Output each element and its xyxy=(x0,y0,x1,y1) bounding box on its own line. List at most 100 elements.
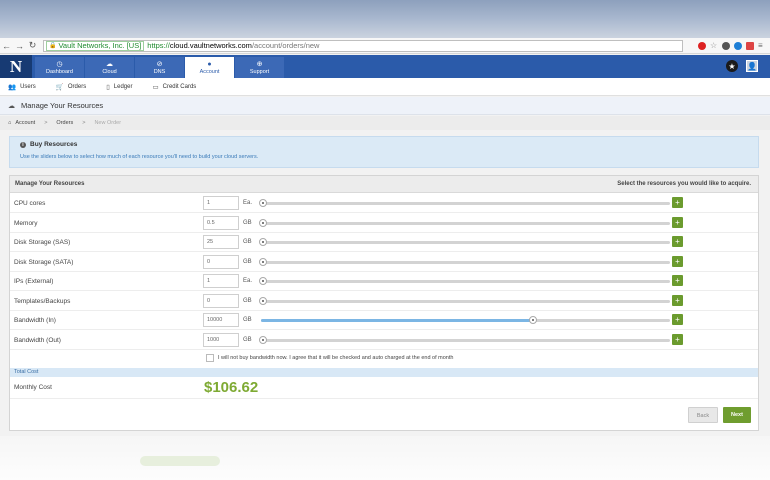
tab-cloud[interactable]: ☁ Cloud xyxy=(85,57,135,78)
app-navbar: N ◷ Dashboard ☁ Cloud ⊘ DNS ● Account ⊕ Suppo… xyxy=(0,55,770,78)
resource-label: Templates/Backups xyxy=(14,297,71,305)
resource-unit: GB xyxy=(243,297,252,304)
breadcrumb-orders[interactable]: Orders xyxy=(56,120,73,126)
resource-row: Bandwidth (In) 10000 GB + xyxy=(10,311,758,330)
cart-icon: 🛒 xyxy=(55,83,64,91)
slider-handle[interactable] xyxy=(259,238,267,246)
forward-arrow-icon[interactable]: → xyxy=(13,41,26,51)
resource-row: Bandwidth (Out) 1000 GB + xyxy=(10,331,758,350)
resource-slider[interactable] xyxy=(259,296,670,305)
slider-handle[interactable] xyxy=(259,218,267,227)
breadcrumb-account[interactable]: Account xyxy=(15,120,35,126)
resource-row: CPU cores 1 Ea. + xyxy=(10,194,758,213)
resource-quantity-input[interactable]: 0.5 xyxy=(203,215,239,230)
resource-unit: Ea. xyxy=(243,200,253,206)
menu-icon[interactable]: ≡ xyxy=(758,41,766,50)
resource-slider[interactable] xyxy=(261,316,670,324)
subnav-item-ledger[interactable]: ▯ Ledger xyxy=(106,83,132,91)
increase-button[interactable]: + xyxy=(672,216,683,228)
support-icon: ⊕ xyxy=(256,60,263,68)
increase-button[interactable]: + xyxy=(672,275,683,286)
increase-button[interactable]: + xyxy=(672,333,683,345)
user-icon: ● xyxy=(207,60,212,68)
resource-label: CPU cores xyxy=(14,200,46,207)
info-text: Use the sliders below to select how much… xyxy=(20,154,259,160)
bandwidth-checkbox[interactable] xyxy=(206,354,214,362)
url-scheme: https:// xyxy=(147,41,170,50)
increase-button[interactable]: + xyxy=(672,197,683,208)
lock-icon: 🔒 xyxy=(49,43,57,49)
slider-handle[interactable] xyxy=(259,277,267,285)
monthly-cost-amount: $106.62 xyxy=(204,379,259,396)
avatar[interactable]: 👤 xyxy=(746,60,758,72)
slider-handle[interactable] xyxy=(259,335,267,344)
slider-fill xyxy=(261,319,531,322)
subnav-item-orders[interactable]: 🛒 Orders xyxy=(56,83,86,91)
resource-quantity-input[interactable]: 1 xyxy=(203,196,239,210)
page-header: ☁ Manage Your Resources xyxy=(0,97,770,115)
resource-slider[interactable] xyxy=(259,277,670,285)
monthly-cost-label: Monthly Cost xyxy=(14,384,52,391)
resource-slider[interactable] xyxy=(259,335,670,344)
resource-row: Templates/Backups 0 GB + xyxy=(10,292,758,311)
extension-icon[interactable] xyxy=(722,41,730,50)
increase-button[interactable]: + xyxy=(672,314,683,325)
increase-button[interactable]: + xyxy=(672,236,683,247)
resource-label: Memory xyxy=(14,219,38,227)
tab-dashboard[interactable]: ◷ Dashboard xyxy=(35,57,85,78)
resource-slider[interactable] xyxy=(259,238,670,246)
monthly-cost-row: Monthly Cost $106.62 xyxy=(10,377,758,399)
panel-header: Manage Your Resources Select the resourc… xyxy=(10,176,758,193)
ev-certificate-badge[interactable]: 🔒 Vault Networks, Inc. [US] xyxy=(46,40,145,51)
home-icon: ⌂ xyxy=(8,120,12,126)
account-subnav: 👥 Users 🛒 Orders ▯ Ledger ▭ Credit Cards xyxy=(0,78,770,96)
dns-icon: ⊘ xyxy=(156,60,163,68)
tab-support[interactable]: ⊕ Support xyxy=(235,57,285,78)
increase-button[interactable]: + xyxy=(672,294,683,306)
slider-handle[interactable] xyxy=(259,296,267,305)
resource-row: Disk Storage (SATA) 0 GB + xyxy=(10,253,758,272)
bandwidth-notice: I will not buy bandwidth now. I agree th… xyxy=(218,355,454,361)
next-button[interactable]: Next xyxy=(723,407,751,423)
info-alert: i Buy Resources Use the sliders below to … xyxy=(9,136,759,168)
extension-stop-icon[interactable] xyxy=(698,41,706,50)
bandwidth-agreement[interactable]: I will not buy bandwidth now. I agree th… xyxy=(206,354,453,362)
credit-card-icon: ▭ xyxy=(152,83,159,91)
resource-label: Disk Storage (SAS) xyxy=(14,239,71,246)
resource-slider[interactable] xyxy=(259,218,670,227)
resource-quantity-input[interactable]: 1000 xyxy=(203,332,239,347)
reload-icon[interactable]: ↻ xyxy=(26,40,39,51)
blurred-browser-chrome xyxy=(0,0,770,38)
resource-quantity-input[interactable]: 0 xyxy=(203,254,239,269)
slider-handle[interactable] xyxy=(528,316,537,324)
extension-pocket-icon[interactable] xyxy=(746,41,754,50)
resource-quantity-input[interactable]: 1 xyxy=(203,274,239,288)
slider-handle[interactable] xyxy=(259,257,267,266)
resource-slider[interactable] xyxy=(259,199,670,207)
bookmark-star-icon[interactable]: ☆ xyxy=(710,41,718,50)
resource-slider[interactable] xyxy=(259,257,670,266)
resource-quantity-input[interactable]: 0 xyxy=(203,293,239,308)
resource-label: Bandwidth (In) xyxy=(14,317,56,324)
slider-handle[interactable] xyxy=(259,199,267,207)
breadcrumb-current: New Order xyxy=(94,120,122,126)
logo[interactable]: N xyxy=(0,55,32,78)
panel-title: Manage Your Resources xyxy=(15,181,85,187)
back-button[interactable]: Back xyxy=(688,407,718,423)
tab-account[interactable]: ● Account xyxy=(185,57,235,78)
resource-quantity-input[interactable]: 25 xyxy=(203,235,239,249)
url-input[interactable]: 🔒 Vault Networks, Inc. [US] https://cloud… xyxy=(43,39,683,52)
resource-quantity-input[interactable]: 10000 xyxy=(203,313,239,327)
resource-row: IPs (External) 1 Ea. + xyxy=(10,272,758,291)
page-title: Manage Your Resources xyxy=(21,101,104,110)
favorites-star-icon[interactable]: ★ xyxy=(726,60,738,72)
tab-dns[interactable]: ⊘ DNS xyxy=(135,57,185,78)
book-icon: ▯ xyxy=(106,83,110,91)
subnav-item-credit-cards[interactable]: ▭ Credit Cards xyxy=(152,83,196,91)
subnav-item-users[interactable]: 👥 Users xyxy=(8,83,36,91)
resource-unit: Ea. xyxy=(243,278,253,284)
increase-button[interactable]: + xyxy=(672,255,683,267)
back-arrow-icon[interactable]: ← xyxy=(0,41,13,51)
browser-address-bar: ← → ↻ 🔒 Vault Networks, Inc. [US] https:/… xyxy=(0,38,770,54)
extension-globe-icon[interactable] xyxy=(734,41,742,50)
